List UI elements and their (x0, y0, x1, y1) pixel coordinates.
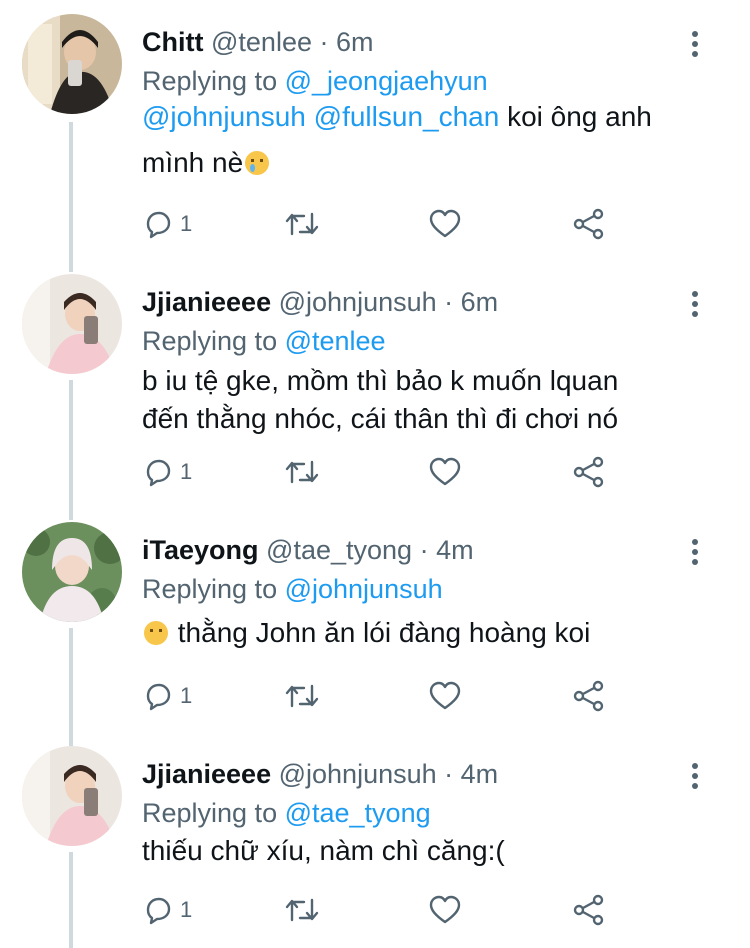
mention-link[interactable]: @johnjunsuh @fullsun_chan (142, 101, 499, 132)
separator: · (311, 27, 336, 57)
display-name[interactable]: iTaeyong (142, 535, 259, 565)
tweet-header: Jjianieeee @johnjunsuh · 4m (142, 758, 498, 790)
handle[interactable]: @tae_tyong (266, 535, 412, 565)
retweet-icon (285, 898, 319, 922)
retweet-icon (285, 460, 319, 484)
handle[interactable]: @johnjunsuh (279, 759, 437, 789)
handle[interactable]: @tenlee (211, 27, 312, 57)
display-name[interactable]: Jjianieeee (142, 287, 271, 317)
reply-button[interactable]: 1 (142, 890, 192, 930)
retweet-button[interactable] (284, 452, 320, 492)
like-button[interactable] (428, 452, 462, 492)
replying-to: Replying to @tenlee (142, 324, 386, 358)
share-icon (573, 208, 604, 240)
tweet-header: iTaeyong @tae_tyong · 4m (142, 534, 474, 566)
slightly-smiling-face-emoji (144, 621, 168, 645)
retweet-icon (285, 212, 319, 236)
like-button[interactable] (428, 890, 462, 930)
more-icon[interactable] (683, 28, 707, 62)
share-icon (573, 680, 604, 712)
separator: · (412, 535, 437, 565)
timestamp[interactable]: 6m (336, 27, 374, 57)
tweet-header: Chitt @tenlee · 6m (142, 26, 374, 58)
tweet-text: @johnjunsuh @fullsun_chan koi ông anh mì… (142, 98, 732, 182)
tweet-text: b iu tệ gke, mồm thì bảo k muốn lquan đế… (142, 362, 732, 438)
like-button[interactable] (428, 204, 462, 244)
avatar[interactable] (22, 746, 122, 846)
like-button[interactable] (428, 676, 462, 716)
timestamp[interactable]: 6m (461, 287, 499, 317)
reply-button[interactable]: 1 (142, 676, 192, 716)
more-icon[interactable] (683, 288, 707, 322)
share-button[interactable] (572, 676, 606, 716)
replying-mention[interactable]: @tae_tyong (285, 798, 431, 828)
action-bar: 1 (142, 676, 622, 716)
replying-label: Replying to (142, 326, 285, 356)
share-icon (573, 894, 604, 926)
action-bar: 1 (142, 890, 622, 930)
display-name[interactable]: Jjianieeee (142, 759, 271, 789)
tweet[interactable]: Jjianieeee @johnjunsuh · 6m Replying to … (0, 274, 750, 520)
like-icon (429, 681, 461, 710)
tweet-text: thằng John ăn lói đàng hoàng koi (142, 614, 732, 652)
replying-mention[interactable]: @tenlee (285, 326, 386, 356)
text-line: thiếu chữ xíu, nàm chì căng:( (142, 835, 505, 866)
reply-count: 1 (180, 211, 193, 236)
reply-count: 1 (180, 683, 193, 708)
replying-label: Replying to (142, 798, 285, 828)
text-line: đến thằng nhóc, cái thân thì đi chơi nó (142, 403, 619, 434)
share-button[interactable] (572, 890, 606, 930)
timestamp[interactable]: 4m (461, 759, 499, 789)
action-bar: 1 (142, 452, 622, 492)
handle[interactable]: @johnjunsuh (279, 287, 437, 317)
replying-to: Replying to @tae_tyong (142, 796, 431, 830)
replying-label: Replying to (142, 574, 285, 604)
like-icon (429, 457, 461, 486)
reply-icon (146, 459, 171, 487)
replying-mention[interactable]: @_jeongjaehyun (285, 66, 488, 96)
text-line: b iu tệ gke, mồm thì bảo k muốn lquan (142, 365, 619, 396)
avatar[interactable] (22, 14, 122, 114)
crying-face-emoji (245, 151, 270, 175)
retweet-button[interactable] (284, 204, 320, 244)
replying-mention[interactable]: @johnjunsuh (285, 574, 443, 604)
separator: · (436, 759, 461, 789)
reply-icon (146, 897, 171, 925)
text-line: mình nè (142, 147, 244, 178)
share-button[interactable] (572, 452, 606, 492)
reply-icon (146, 683, 171, 711)
action-bar: 1 (142, 204, 622, 244)
like-icon (429, 895, 461, 924)
tweet[interactable]: Chitt @tenlee · 6m Replying to @_jeongja… (0, 14, 750, 260)
reply-button[interactable]: 1 (142, 452, 192, 492)
avatar[interactable] (22, 274, 122, 374)
reply-icon (146, 211, 171, 239)
more-icon[interactable] (683, 536, 707, 570)
display-name[interactable]: Chitt (142, 27, 203, 57)
tweet-text: thiếu chữ xíu, nàm chì căng:( (142, 832, 732, 870)
share-icon (573, 456, 604, 488)
text-line: koi ông anh (499, 101, 652, 132)
like-icon (429, 209, 461, 238)
more-icon[interactable] (683, 760, 707, 794)
replying-label: Replying to (142, 66, 285, 96)
replying-to: Replying to @johnjunsuh (142, 572, 443, 606)
text-line: thằng John ăn lói đàng hoàng koi (170, 617, 591, 648)
share-button[interactable] (572, 204, 606, 244)
timestamp[interactable]: 4m (436, 535, 474, 565)
avatar[interactable] (22, 522, 122, 622)
retweet-icon (285, 684, 319, 708)
tweet[interactable]: Jjianieeee @johnjunsuh · 4m Replying to … (0, 746, 750, 948)
reply-count: 1 (180, 459, 193, 484)
separator: · (436, 287, 461, 317)
retweet-button[interactable] (284, 676, 320, 716)
retweet-button[interactable] (284, 890, 320, 930)
replying-to: Replying to @_jeongjaehyun (142, 64, 488, 98)
reply-count: 1 (180, 897, 193, 922)
tweet[interactable]: iTaeyong @tae_tyong · 4m Replying to @jo… (0, 522, 750, 746)
tweet-header: Jjianieeee @johnjunsuh · 6m (142, 286, 498, 318)
reply-button[interactable]: 1 (142, 204, 192, 244)
